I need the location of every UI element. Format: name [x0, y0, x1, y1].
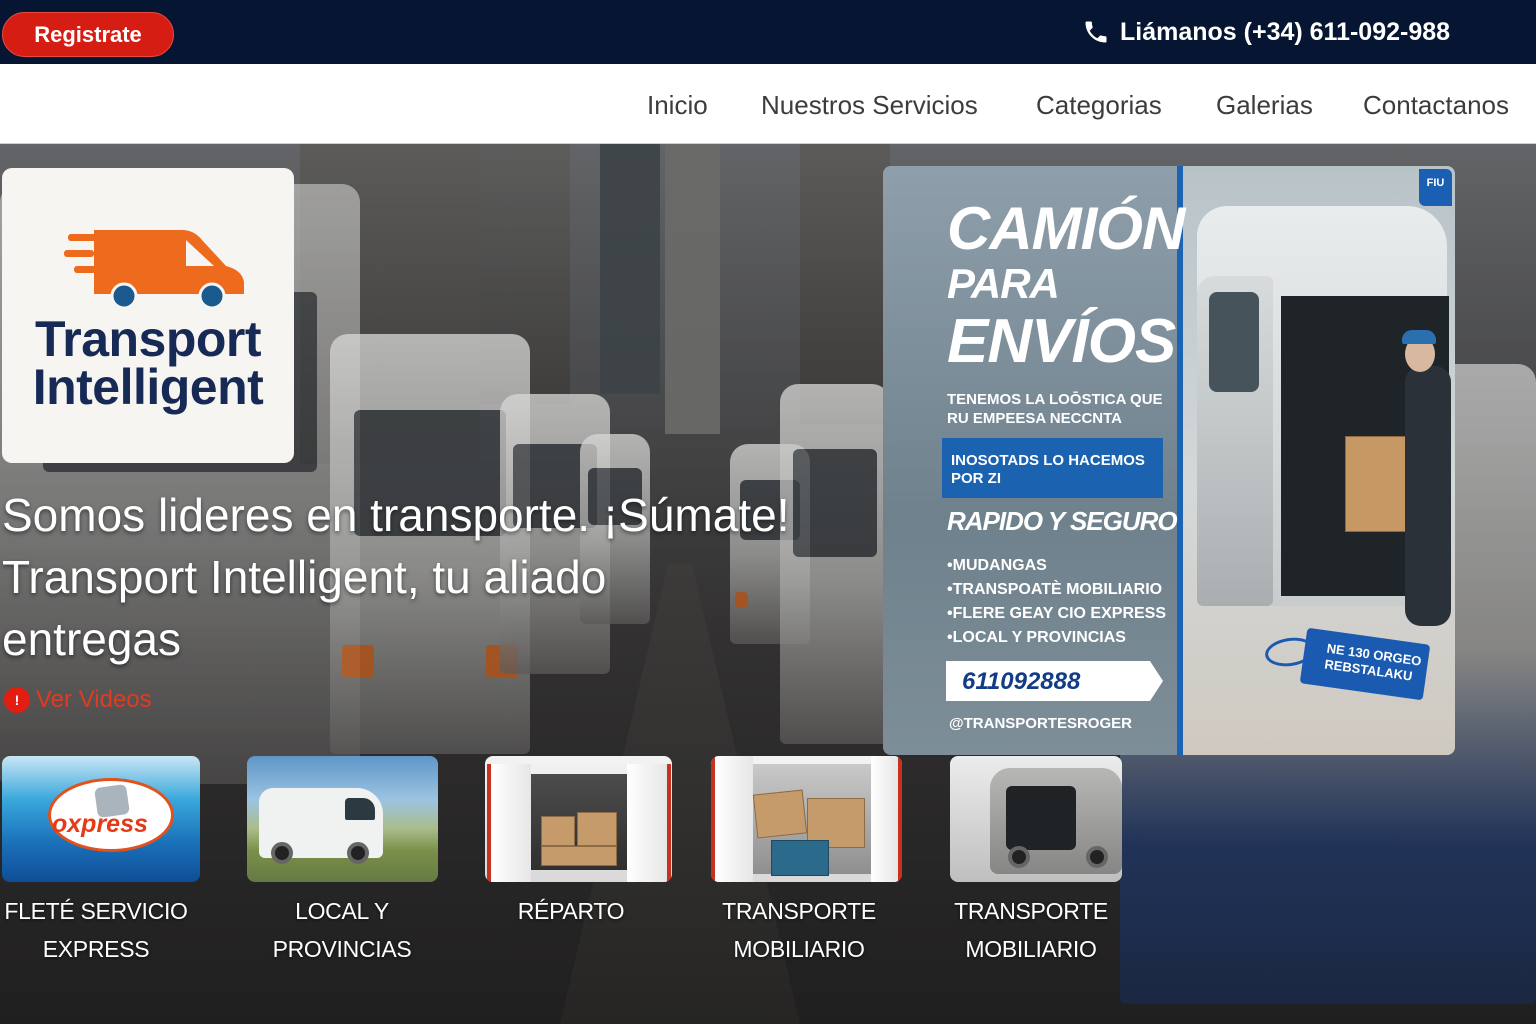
hero-headline: Somos lideres en transporte. ¡Súmate! Tr… — [2, 484, 872, 670]
brand-logo-card[interactable]: Transport Intelligent — [2, 168, 294, 463]
promo-title-2: PARA — [947, 260, 1060, 307]
hero-section: Transport Intelligent Somos lideres en t… — [0, 144, 1536, 1024]
van-icon — [259, 788, 383, 864]
nav-nuestros-servicios[interactable]: Nuestros Servicios — [761, 90, 978, 121]
service-image-reparto[interactable] — [485, 756, 672, 882]
service-label-line: MOBILIARIO — [733, 936, 865, 962]
promo-sub-1: TENEMOS LA LOŌSTICA QUE — [947, 391, 1163, 408]
promo-blue-box: INOSOTADS LO HACEMOS POR ZI — [942, 438, 1163, 498]
promo-service-list: MUDANGAS TRANSPOATÈ MOBILIARIO FLERE GEA… — [947, 554, 1166, 650]
service-label-reparto[interactable]: RÉPARTO — [480, 892, 662, 930]
phone-contact[interactable]: Liámanos (+34) 611-092-988 — [1082, 14, 1450, 50]
promo-title-3: ENVÍOS — [947, 307, 1176, 376]
phone-text: Liámanos (+34) 611-092-988 — [1120, 17, 1451, 46]
register-button[interactable]: Registrate — [2, 12, 174, 57]
express-logo-text: oxpress — [52, 810, 148, 838]
service-label-line: FLETÉ SERVICIO — [4, 898, 188, 924]
nav-inicio[interactable]: Inicio — [647, 90, 708, 121]
service-label-line: TRANSPORTE — [954, 898, 1108, 924]
service-label-express[interactable]: FLETÉ SERVICIO EXPRESS — [0, 892, 192, 968]
promo-phone-box[interactable]: 611092888 — [946, 661, 1163, 701]
service-label-line: PROVINCIAS — [272, 936, 412, 962]
promo-phone: 611092888 — [962, 668, 1081, 695]
van-icon — [990, 768, 1122, 874]
promo-handle: @TRANSPORTESROGER — [949, 715, 1132, 732]
promo-title-1: CAMIÓN — [947, 195, 1185, 262]
promo-list-item: LOCAL Y PROVINCIAS — [947, 626, 1166, 650]
promo-flyer[interactable]: CAMIÓN PARA ENVÍOS TENEMOS LA LOŌSTICA Q… — [883, 166, 1455, 755]
delivery-van-icon — [64, 230, 244, 310]
service-label-line: MOBILIARIO — [965, 936, 1097, 962]
promo-list-item: FLERE GEAY CIO EXPRESS — [947, 602, 1166, 626]
promo-blue-1: INOSOTADS LO HACEMOS — [951, 452, 1145, 469]
service-image-local[interactable] — [247, 756, 438, 882]
service-label-local[interactable]: LOCAL Y PROVINCIAS — [247, 892, 437, 968]
service-image-mobiliario-2[interactable] — [950, 756, 1122, 882]
promo-list-item: MUDANGAS — [947, 554, 1166, 578]
nav-galerias[interactable]: Galerias — [1216, 90, 1313, 121]
promo-rapido: RAPIDO Y SEGURO — [947, 506, 1178, 536]
promo-sub-2: RU EMPEESA NECCNTA — [947, 410, 1123, 427]
service-label-line: RÉPARTO — [517, 898, 625, 924]
service-label-mobiliario-2[interactable]: TRANSPORTE MOBILIARIO — [943, 892, 1119, 968]
promo-list-item: TRANSPOATÈ MOBILIARIO — [947, 578, 1166, 602]
promo-badge: FIU — [1419, 169, 1452, 206]
ver-videos-label: Ver Videos — [36, 686, 152, 713]
phone-icon — [1085, 21, 1107, 43]
nav-contactanos[interactable]: Contactanos — [1363, 90, 1509, 121]
main-nav: Inicio Nuestros Servicios Categorias Gal… — [0, 64, 1536, 144]
service-label-line: TRANSPORTE — [722, 898, 876, 924]
service-image-mobiliario-1[interactable] — [711, 756, 902, 882]
van-illustration — [1197, 206, 1451, 626]
top-bar: Registrate Liámanos (+34) 611-092-988 — [0, 0, 1536, 64]
service-label-line: EXPRESS — [42, 936, 150, 962]
service-label-mobiliario-1[interactable]: TRANSPORTE MOBILIARIO — [706, 892, 892, 968]
service-image-express[interactable]: oxpress — [2, 756, 200, 882]
logo-line-2: Intelligent — [32, 359, 264, 415]
headline-line-1: Somos lideres en transporte. ¡Súmate! — [2, 489, 790, 541]
headline-line-2: Transport Intelligent, tu aliado — [2, 551, 607, 603]
ver-videos-link[interactable]: ! Ver Videos — [4, 686, 152, 714]
headline-line-3: entregas — [2, 613, 182, 665]
alert-circle-icon: ! — [4, 687, 30, 713]
nav-categorias[interactable]: Categorias — [1036, 90, 1162, 121]
service-label-line: LOCAL Y — [295, 898, 389, 924]
promo-blue-2: POR ZI — [951, 470, 1002, 487]
